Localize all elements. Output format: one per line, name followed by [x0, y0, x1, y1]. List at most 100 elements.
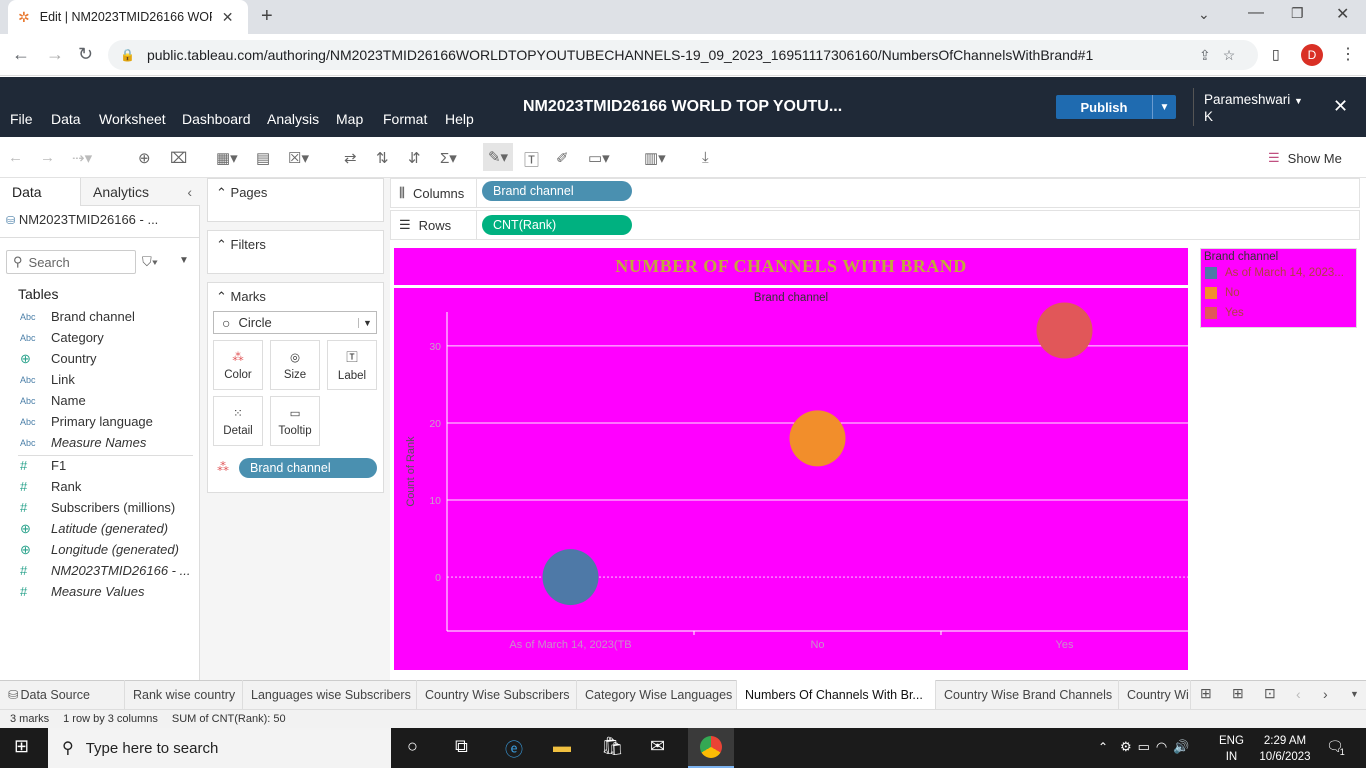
menu-map[interactable]: Map [336, 111, 363, 127]
download-icon[interactable]: ⤓ [702, 149, 709, 166]
presentation-icon[interactable]: ▥▾ [644, 149, 666, 167]
columns-pill[interactable]: Brand channel [482, 181, 632, 201]
menu-analysis[interactable]: Analysis [267, 111, 319, 127]
field-latitude-generated-[interactable]: ⊕ Latitude (generated) [20, 518, 195, 539]
maximize-icon[interactable]: ❐ [1291, 5, 1304, 22]
tab-analytics[interactable]: Analytics ‹ [80, 178, 200, 206]
pane-menu-icon[interactable]: ▼ [179, 255, 189, 266]
clock[interactable]: 2:29 AM 10/6/2023 [1256, 733, 1314, 765]
share-icon[interactable]: ⇪ [1199, 47, 1211, 64]
pause-update-icon[interactable]: ⌧ [170, 149, 187, 167]
scroll-right-icon[interactable]: › [1323, 686, 1328, 702]
sheet-tab[interactable]: Country Wise Brand Channels [936, 680, 1119, 709]
pages-card[interactable]: ⌃ Pages [207, 178, 384, 222]
legend-item[interactable]: As of March 14, 2023... [1201, 263, 1356, 283]
field-rank[interactable]: # Rank [20, 476, 195, 497]
format-icon[interactable]: ✐ [556, 149, 569, 167]
marks-brand-channel-pill[interactable]: Brand channel [239, 458, 377, 478]
color-legend[interactable]: Brand channel As of March 14, 2023... No Y… [1200, 248, 1357, 328]
sheet-tab[interactable]: Category Wise Languages [577, 680, 737, 709]
legend-item[interactable]: No [1201, 283, 1356, 303]
address-bar[interactable]: 🔒 public.tableau.com/authoring/NM2023TMI… [108, 40, 1258, 70]
show-me-button[interactable]: ☰ Show Me [1268, 150, 1342, 166]
taskbar-search[interactable]: ⚲ Type here to search [48, 728, 391, 768]
field-brand-channel[interactable]: Abc Brand channel [20, 306, 195, 327]
field-longitude-generated-[interactable]: ⊕ Longitude (generated) [20, 539, 195, 560]
cortana-icon[interactable]: ○ [407, 736, 418, 757]
highlight-icon[interactable]: ✎▾ [483, 143, 513, 171]
publish-button[interactable]: Publish ▼ [1056, 95, 1176, 119]
datasource-name[interactable]: ⛁ NM2023TMID26166 - ... [6, 212, 158, 227]
file-explorer-icon[interactable]: ▬ [553, 736, 571, 757]
sheet-tab[interactable]: Languages wise Subscribers [243, 680, 417, 709]
redo-icon[interactable]: → [40, 149, 55, 166]
field-name[interactable]: Abc Name [20, 390, 195, 411]
sheet-tab[interactable]: Rank wise country [125, 680, 243, 709]
collapse-icon[interactable]: ‹ [187, 184, 192, 200]
bookmark-star-icon[interactable]: ☆ [1223, 47, 1236, 64]
chrome-taskbar-icon[interactable] [688, 728, 734, 768]
tabs-menu-icon[interactable]: ▼ [1350, 689, 1359, 699]
legend-item[interactable]: Yes [1201, 303, 1356, 323]
filter-fields-icon[interactable]: ⛉▾ [142, 254, 158, 270]
fit-icon[interactable]: ▭▾ [588, 149, 610, 167]
totals-icon[interactable]: Σ▾ [440, 149, 457, 167]
field-measure-names[interactable]: Abc Measure Names [20, 432, 195, 453]
user-menu[interactable]: Parameshwari ▼ K [1204, 92, 1303, 124]
duplicate-icon[interactable]: ▤ [256, 149, 270, 167]
sort-asc-icon[interactable]: ⇅ [376, 149, 389, 167]
close-tab-icon[interactable]: ✕ [222, 9, 234, 26]
collapse-icon[interactable]: ⌃ [216, 185, 227, 200]
new-datasource-icon[interactable]: ⊕ [138, 149, 151, 167]
field-measure-values[interactable]: # Measure Values [20, 581, 195, 602]
language-indicator[interactable]: ENG IN [1219, 733, 1244, 765]
new-worksheet-tab-icon[interactable]: ⊞ [1200, 685, 1212, 702]
label-button[interactable]: 🅃 Label [327, 340, 377, 390]
field-country[interactable]: ⊕ Country [20, 348, 195, 369]
menu-data[interactable]: Data [51, 111, 81, 127]
sort-desc-icon[interactable]: ⇵ [408, 149, 421, 167]
notification-button[interactable]: 🗨1 [1326, 738, 1349, 757]
rows-pill[interactable]: CNT(Rank) [482, 215, 632, 235]
profile-avatar[interactable]: D [1301, 44, 1323, 66]
new-story-tab-icon[interactable]: ⊡ [1264, 685, 1276, 702]
chevron-down-icon[interactable]: ▼ [1152, 95, 1176, 119]
menu-help[interactable]: Help [445, 111, 474, 127]
collapse-icon[interactable]: ⌃ [216, 237, 227, 252]
field-nm2023tmid26166-[interactable]: # NM2023TMID26166 - ... [20, 560, 195, 581]
minimize-icon[interactable]: — [1248, 4, 1264, 22]
replay-icon[interactable]: ⇢▾ [72, 149, 92, 167]
tab-data[interactable]: Data [0, 178, 80, 206]
field-category[interactable]: Abc Category [20, 327, 195, 348]
tray-chevron-icon[interactable]: ⌃ [1098, 740, 1108, 754]
new-worksheet-icon[interactable]: ▦▾ [216, 149, 238, 167]
clear-sheet-icon[interactable]: ☒▾ [288, 149, 309, 167]
reload-icon[interactable]: ↻ [78, 44, 93, 65]
tab-search-icon[interactable]: ⌄ [1198, 6, 1210, 23]
sheet-tab[interactable]: Country Wi [1119, 680, 1191, 709]
browser-tab[interactable]: ✲ Edit | NM2023TMID26166 WORL ✕ [8, 0, 248, 34]
field-subscribers-millions-[interactable]: # Subscribers (millions) [20, 497, 195, 518]
labels-icon[interactable]: 🅃 [524, 149, 539, 170]
field-f1[interactable]: # F1 [20, 455, 195, 476]
field-primary-language[interactable]: Abc Primary language [20, 411, 195, 432]
sheet-tab[interactable]: Country Wise Subscribers [417, 680, 577, 709]
browser-menu-icon[interactable]: ⋮ [1340, 44, 1356, 64]
close-editor-icon[interactable]: ✕ [1333, 96, 1348, 117]
search-input[interactable]: ⚲ Search [6, 250, 136, 274]
color-button[interactable]: ⁂ Color [213, 340, 263, 390]
mail-icon[interactable]: ✉ [650, 736, 665, 757]
back-icon[interactable]: ← [12, 44, 30, 65]
undo-icon[interactable]: ← [8, 149, 23, 166]
scroll-left-icon[interactable]: ‹ [1296, 686, 1301, 702]
task-view-icon[interactable]: ⧉ [455, 736, 468, 757]
size-button[interactable]: ◎ Size [270, 340, 320, 390]
menu-dashboard[interactable]: Dashboard [182, 111, 251, 127]
new-dashboard-tab-icon[interactable]: ⊞ [1232, 685, 1244, 702]
store-icon[interactable]: 🛍 [601, 736, 624, 757]
field-link[interactable]: Abc Link [20, 369, 195, 390]
swap-icon[interactable]: ⇄ [344, 149, 357, 167]
tab-data-source[interactable]: ⛁ Data Source [0, 680, 125, 709]
collapse-icon[interactable]: ⌃ [216, 289, 227, 304]
detail-button[interactable]: ⁙ Detail [213, 396, 263, 446]
